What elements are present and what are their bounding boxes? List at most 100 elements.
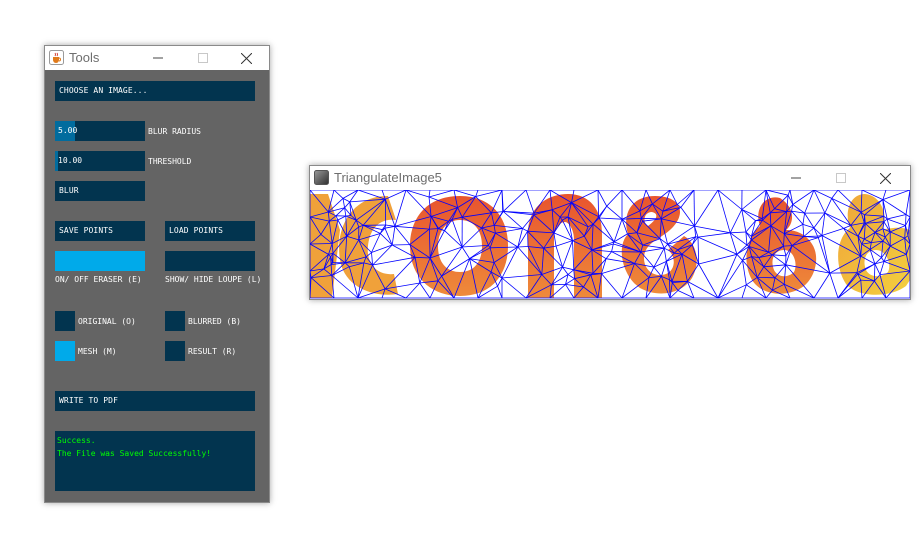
mesh-edge [501, 277, 527, 299]
mesh-edge [717, 254, 738, 299]
blur-radius-value: 5.00 [58, 126, 78, 135]
mesh-edge [813, 190, 832, 199]
console-line: The File was Saved Successfully! [57, 449, 212, 458]
minimize-button[interactable] [773, 166, 818, 190]
mesh-edge [887, 214, 907, 220]
load-points-button[interactable]: LOAD POINTS [165, 221, 255, 241]
mesh-edge [905, 214, 910, 218]
mesh-edge [394, 226, 411, 245]
mesh-edge [882, 190, 887, 200]
mesh-edge [553, 232, 557, 247]
console-line: Success. [57, 436, 96, 445]
mesh-edge [342, 198, 350, 203]
choose-image-button[interactable]: CHOOSE AN IMAGE... [55, 81, 255, 101]
mesh-edge [831, 190, 839, 199]
mesh-edge [791, 210, 804, 225]
mesh-edge [729, 209, 743, 233]
mesh-edge [330, 256, 332, 265]
triangulate-window: TriangulateImage5 [309, 165, 911, 300]
loupe-label: SHOW/ HIDE LOUPE (L) [165, 275, 262, 284]
mesh-edge [905, 190, 910, 215]
mesh-edge [717, 190, 731, 233]
mesh-edge [771, 254, 786, 266]
mesh-edge [344, 201, 351, 209]
mesh-edge [333, 190, 344, 199]
blur-radius-slider[interactable]: 5.00 [55, 121, 145, 141]
blurred-toggle[interactable] [165, 311, 185, 331]
mesh-edge [611, 243, 614, 252]
mesh-edge [813, 227, 823, 236]
mesh-edge [680, 190, 695, 208]
mesh-edge [874, 263, 881, 275]
mesh-edge [337, 215, 346, 221]
mesh-edge [783, 245, 793, 247]
save-points-button[interactable]: SAVE POINTS [55, 221, 145, 241]
close-button[interactable] [863, 166, 908, 190]
mesh-edge [553, 232, 573, 241]
mesh-edge [517, 230, 528, 248]
triangulation-mesh [310, 190, 910, 299]
mesh-edge [817, 237, 831, 274]
mesh-edge [475, 190, 479, 197]
minimize-icon [790, 177, 801, 179]
close-icon [880, 172, 891, 184]
mesh-edge [428, 190, 431, 198]
mesh-edge [503, 190, 527, 212]
mesh-edge [802, 224, 805, 237]
mesh-edge [567, 269, 575, 275]
mesh-edge [567, 274, 575, 280]
tools-titlebar[interactable]: Tools [45, 46, 269, 70]
blur-button[interactable]: BLUR [55, 181, 145, 201]
processing-app-icon [314, 170, 329, 185]
tools-window: Tools CHOOSE AN IMAGE... 5.00 BLUR RADIU… [44, 45, 270, 503]
tools-panel: CHOOSE AN IMAGE... 5.00 BLUR RADIUS 10.0… [45, 70, 269, 502]
mesh-edge [772, 254, 786, 257]
mesh-edge [821, 235, 831, 274]
threshold-value: 10.00 [58, 156, 83, 165]
mesh-edge [342, 198, 345, 208]
mesh-edge [741, 209, 747, 233]
triangulate-titlebar[interactable]: TriangulateImage5 [310, 166, 910, 190]
maximize-button[interactable] [180, 46, 225, 70]
loupe-toggle[interactable] [165, 251, 255, 271]
triangulated-image [310, 190, 910, 299]
mesh-edge [663, 248, 667, 262]
mesh-edge [428, 190, 455, 198]
result-label: RESULT (R) [188, 347, 237, 356]
mesh-edge [380, 233, 393, 246]
mesh-edge [813, 272, 831, 299]
mesh-edge [475, 190, 503, 197]
mesh-edge [461, 246, 470, 259]
mesh-edge [357, 190, 386, 200]
threshold-slider[interactable]: 10.00 [55, 151, 145, 171]
mesh-edge [887, 218, 906, 226]
maximize-button[interactable] [818, 166, 863, 190]
mesh-edge [597, 190, 599, 217]
blurred-label: BLURRED (B) [188, 317, 241, 326]
original-toggle[interactable] [55, 311, 75, 331]
mesh-edge [605, 251, 612, 259]
mesh-edge [729, 232, 748, 246]
minimize-button[interactable] [135, 46, 180, 70]
write-pdf-button[interactable]: WRITE TO PDF [55, 391, 255, 411]
eraser-toggle[interactable] [55, 251, 145, 271]
mesh-edge [371, 252, 373, 266]
mesh-edge [601, 273, 623, 299]
mesh-edge [905, 214, 907, 226]
mesh-toggle[interactable] [55, 341, 75, 361]
mesh-edge [597, 190, 608, 207]
mesh-edge [736, 244, 748, 255]
result-toggle[interactable] [165, 341, 185, 361]
mesh-edge [803, 227, 815, 237]
maximize-icon [197, 53, 208, 63]
eraser-label: ON/ OFF ERASER (E) [55, 275, 142, 284]
mesh-edge [606, 205, 623, 220]
mesh-edge [497, 286, 503, 299]
mesh-edge [697, 232, 731, 238]
close-button[interactable] [224, 46, 269, 70]
triangulation-canvas[interactable] [310, 190, 910, 299]
mesh-label: MESH (M) [78, 347, 117, 356]
mesh-edge [453, 190, 476, 197]
mesh-edge [517, 246, 529, 248]
mesh-edge [765, 190, 789, 196]
